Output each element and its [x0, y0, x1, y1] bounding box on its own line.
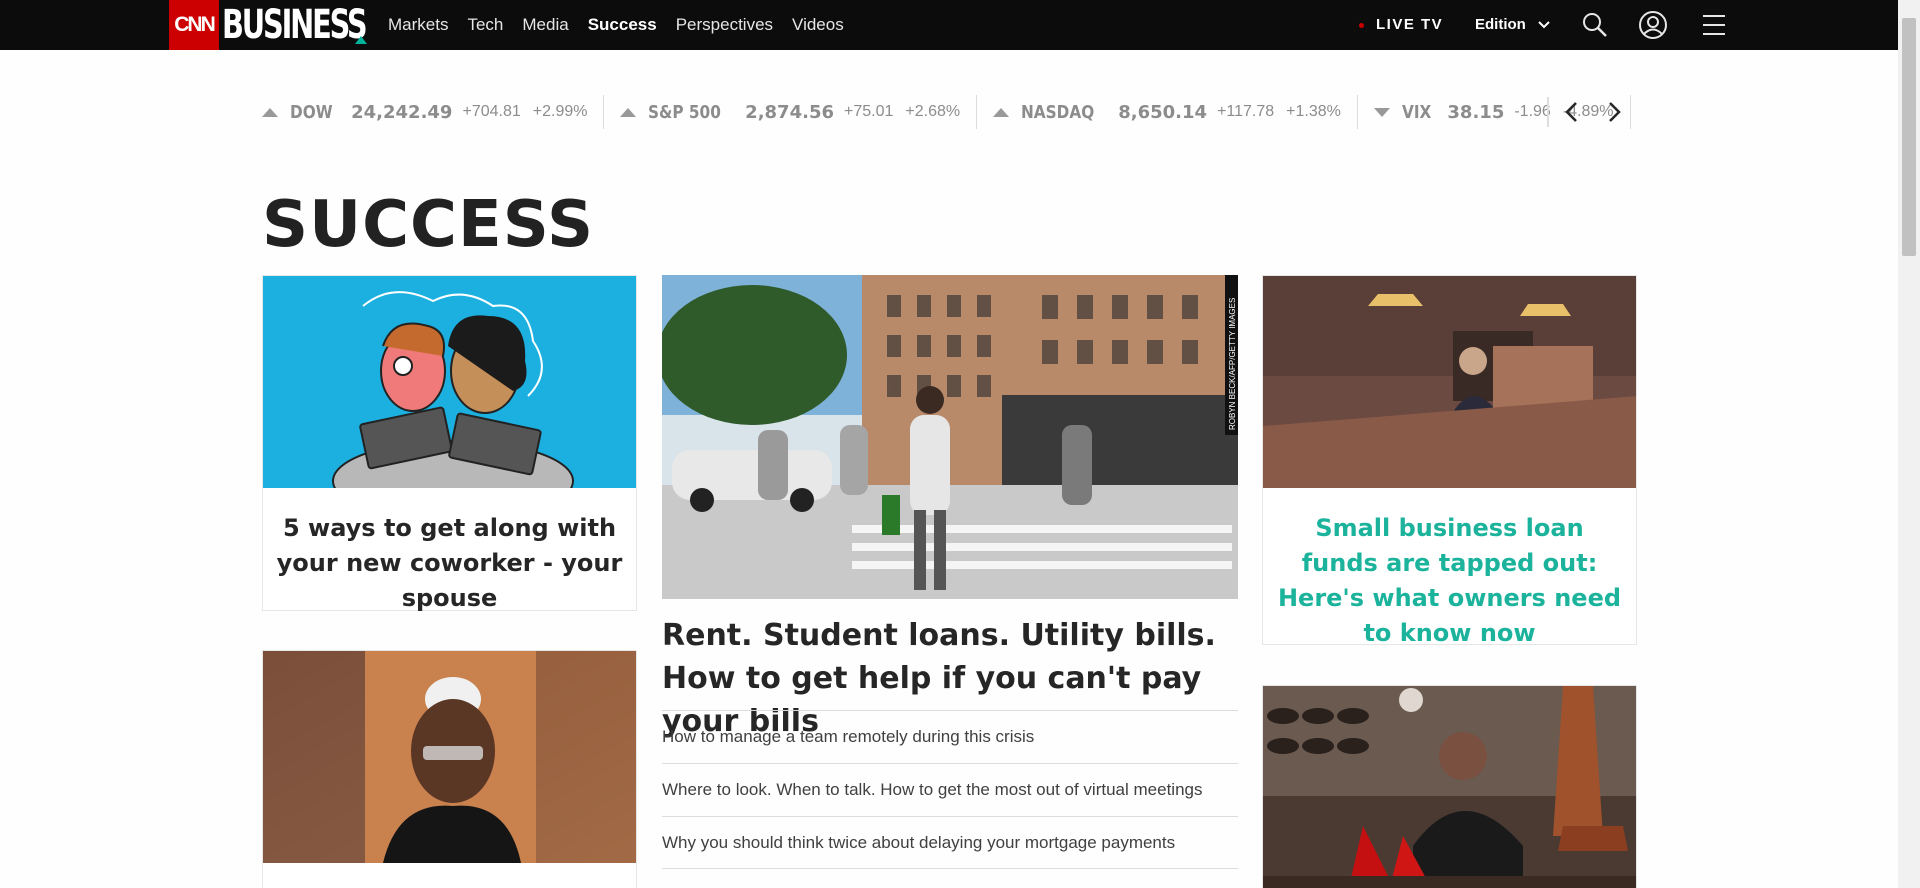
ticker-item-nasdaq[interactable]: NASDAQ 8,650.14 +117.78 +1.38% — [993, 95, 1358, 129]
story-card-portrait[interactable] — [262, 650, 637, 888]
photo-credit: ROBYN BECK/AFP/GETTY IMAGES — [1228, 298, 1237, 430]
chevron-down-icon[interactable] — [1537, 19, 1551, 31]
nav-perspectives[interactable]: Perspectives — [676, 15, 773, 35]
arrow-up-icon — [620, 107, 637, 117]
arrow-down-icon — [1373, 107, 1390, 117]
ticker-next-icon[interactable] — [1602, 100, 1626, 124]
edition-menu[interactable]: Edition — [1475, 16, 1526, 33]
arrow-up-icon — [993, 107, 1010, 117]
story-headline[interactable]: Small business loan funds are tapped out… — [1275, 511, 1624, 651]
scrollbar-thumb[interactable] — [1902, 18, 1916, 256]
ticker-symbol: S&P 500 — [648, 101, 722, 123]
nav-media[interactable]: Media — [522, 15, 568, 35]
user-account-icon[interactable] — [1638, 10, 1668, 40]
related-story-link[interactable]: Why you should think twice about delayin… — [662, 816, 1238, 869]
hamburger-menu-icon[interactable] — [1702, 13, 1726, 37]
ticker-percent: +1.38% — [1286, 103, 1341, 120]
ticker-item-vix[interactable]: VIX 38.15 -1.96 -4.89% — [1373, 95, 1631, 129]
story-card-coworker-spouse[interactable]: 5 ways to get along with your new cowork… — [262, 275, 637, 612]
ticker-item-dow[interactable]: DOW 24,242.49 +704.81 +2.99% — [262, 95, 605, 129]
live-indicator-icon — [1359, 23, 1364, 28]
ticker-value: 2,874.56 — [745, 101, 834, 123]
story-card-small-business-loans[interactable]: Small business loan funds are tapped out… — [1262, 275, 1637, 647]
story-headline[interactable]: 5 ways to get along with your new cowork… — [275, 511, 624, 616]
market-ticker: DOW 24,242.49 +704.81 +2.99% S&P 500 2,8… — [262, 95, 1647, 129]
page-title: SUCCESS — [262, 188, 595, 262]
ticker-change: +75.01 — [844, 103, 894, 120]
logo-triangle-icon — [355, 36, 367, 44]
ticker-symbol: VIX — [1401, 101, 1432, 123]
feature-story-image[interactable]: ROBYN BECK/AFP/GETTY IMAGES — [657, 275, 1238, 599]
ticker-percent: +2.99% — [532, 103, 588, 120]
cnn-logo[interactable]: CNN — [169, 0, 219, 50]
ticker-prev-icon[interactable] — [1560, 100, 1584, 124]
nav-videos[interactable]: Videos — [792, 15, 844, 35]
nav-success[interactable]: Success — [588, 15, 657, 35]
ticker-symbol: DOW — [290, 101, 333, 123]
top-navigation-bar: CNN BUSINESS Markets Tech Media Success … — [0, 0, 1898, 50]
arrow-up-icon — [262, 107, 278, 117]
related-story-link[interactable]: Where to look. When to talk. How to get … — [662, 763, 1238, 816]
nav-markets[interactable]: Markets — [388, 15, 448, 35]
ticker-value: 8,650.14 — [1118, 101, 1208, 123]
ticker-value: 38.15 — [1447, 101, 1505, 123]
story-card-shoemaker[interactable] — [1262, 685, 1637, 888]
story-photo[interactable] — [1263, 276, 1636, 488]
ticker-change: +704.81 — [462, 103, 521, 120]
business-logo[interactable]: BUSINESS — [222, 0, 368, 50]
ticker-change: -1.96 — [1514, 103, 1551, 120]
related-story-link[interactable]: How to manage a team remotely during thi… — [662, 710, 1238, 763]
main-nav: Markets Tech Media Success Perspectives … — [388, 0, 863, 50]
ticker-percent: +2.68% — [905, 103, 961, 120]
live-tv-link[interactable]: LIVE TV — [1376, 16, 1443, 33]
ticker-item-sp500[interactable]: S&P 500 2,874.56 +75.01 +2.68% — [620, 95, 978, 129]
story-photo[interactable] — [263, 651, 636, 863]
search-icon[interactable] — [1582, 12, 1608, 38]
story-photo[interactable] — [1263, 686, 1636, 888]
related-stories-list: How to manage a team remotely during thi… — [662, 710, 1238, 869]
story-illustration[interactable] — [263, 276, 636, 488]
ticker-symbol: NASDAQ — [1021, 101, 1095, 123]
ticker-divider — [1547, 97, 1549, 127]
ticker-value: 24,242.49 — [351, 101, 453, 123]
ticker-change: +117.78 — [1217, 103, 1275, 120]
page-scrollbar[interactable] — [1898, 0, 1920, 888]
nav-tech[interactable]: Tech — [467, 15, 503, 35]
